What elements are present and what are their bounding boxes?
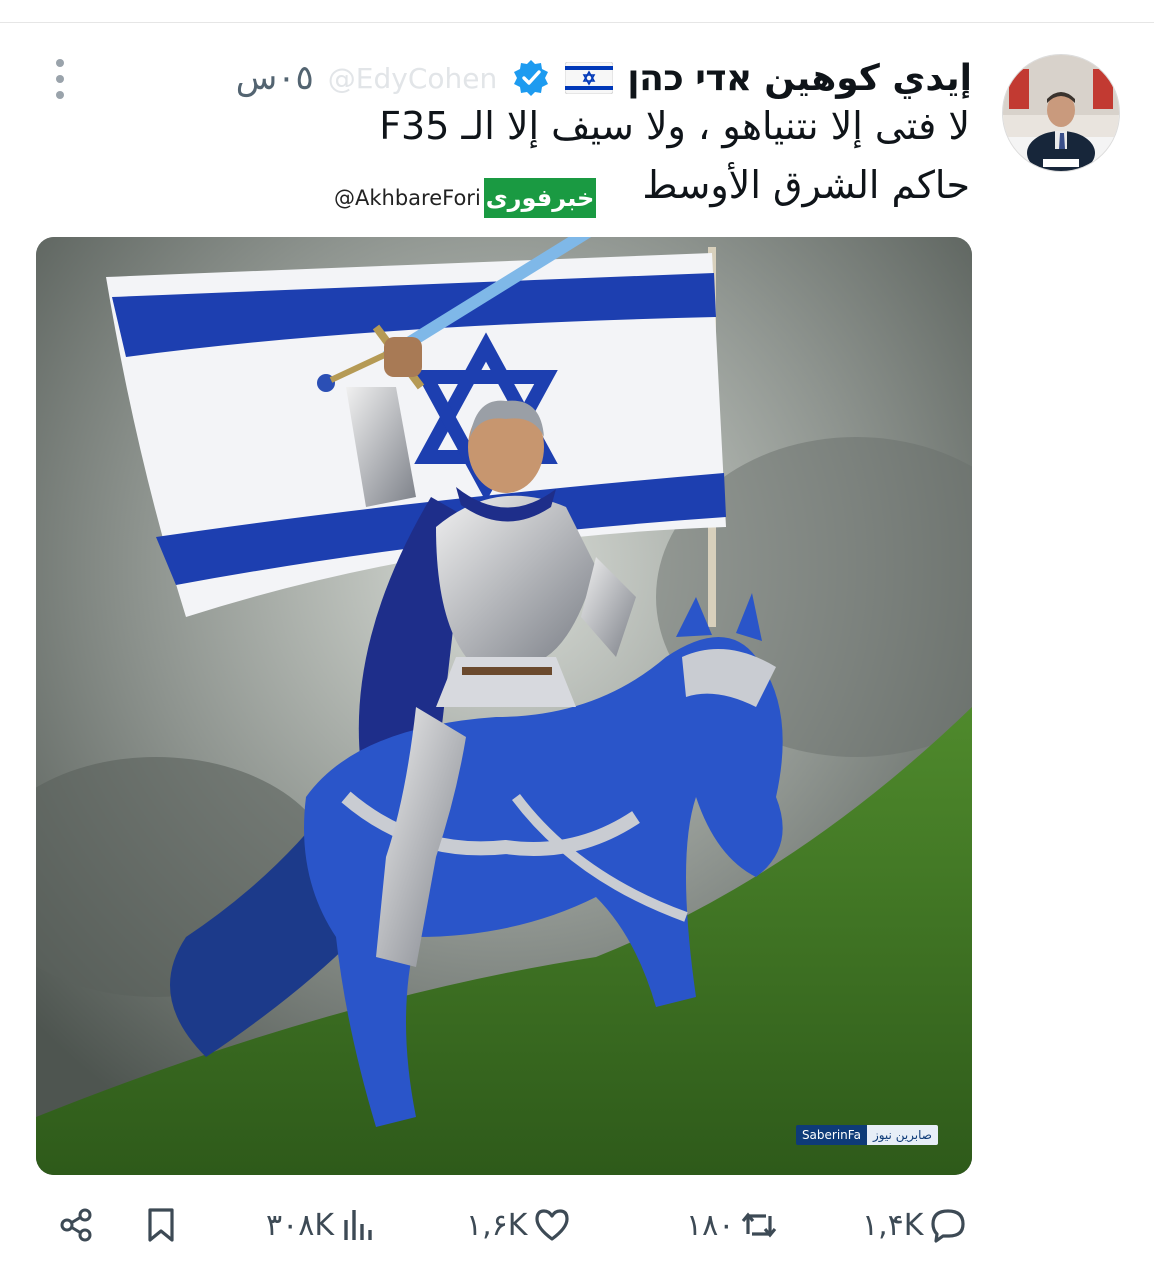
more-vertical-icon[interactable] [52, 56, 68, 102]
reply-button[interactable]: ١,۴K [862, 1200, 967, 1250]
replies-count: ١,۴K [862, 1207, 924, 1243]
bookmark-icon [148, 1208, 174, 1242]
media-watermark-handle: SaberinFa [795, 1125, 867, 1145]
display-name[interactable]: إيدي كوهين אדי כהן [627, 58, 972, 99]
views-button[interactable]: ٣٠٨K [266, 1200, 378, 1250]
top-divider [0, 22, 1154, 23]
akhbarefori-logo: خبرفوری [484, 178, 596, 218]
tweet-text-line-1: لا فتى إلا نتنياهو ، ولا سيف إلا الـ F35 [379, 104, 970, 148]
avatar[interactable] [1002, 54, 1120, 172]
israel-flag-icon [565, 62, 614, 94]
timestamp[interactable]: ٠٥س [236, 58, 314, 98]
repost-button[interactable]: ١٨٠ [686, 1200, 778, 1250]
views-count: ٣٠٨K [266, 1207, 335, 1243]
tweet-text-line-2: حاكم الشرق الأوسط [642, 163, 970, 207]
bookmark-button[interactable] [142, 1200, 180, 1250]
share-icon [60, 1208, 92, 1242]
repost-icon [742, 1212, 777, 1238]
avatar-photo [1003, 55, 1119, 171]
heart-icon [535, 1209, 570, 1241]
verified-badge-icon[interactable] [511, 58, 551, 98]
watermark-handle: @AkhbareFori [334, 186, 481, 210]
knight-on-horse-illustration [36, 237, 972, 1175]
like-button[interactable]: ١,۶K [466, 1200, 571, 1250]
media-watermark: SaberinFa صابرين نيوز [795, 1125, 938, 1145]
tweet-media-image[interactable]: SaberinFa صابرين نيوز [36, 237, 972, 1175]
reposts-count: ١٨٠ [686, 1207, 735, 1243]
reply-icon [931, 1209, 966, 1243]
media-watermark-label: صابرين نيوز [866, 1125, 938, 1145]
likes-count: ١,۶K [466, 1207, 528, 1243]
user-handle[interactable]: @EdyCohen [328, 62, 497, 95]
views-chart-icon [344, 1210, 372, 1240]
share-button[interactable] [58, 1200, 96, 1250]
tweet-actions-bar: ٣٠٨K ١,۶K ١٨٠ ١,۴K [0, 1190, 1154, 1260]
tweet-header: إيدي كوهين אדי כהן @EdyCohen ٠٥س [236, 52, 973, 104]
